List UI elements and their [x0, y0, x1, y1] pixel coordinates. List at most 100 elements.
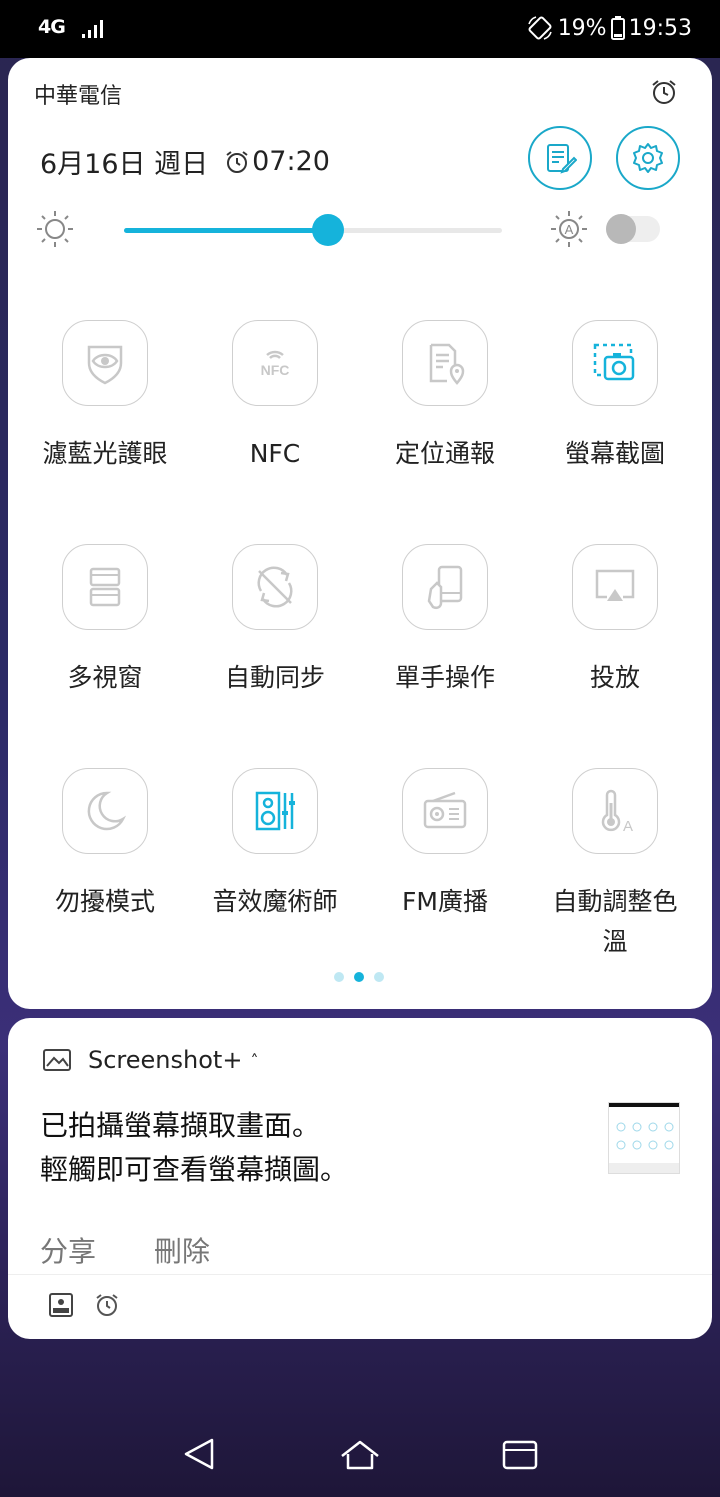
- notification-app-name: Screenshot+: [88, 1046, 243, 1074]
- tile-audio-wizard[interactable]: 音效魔術師: [190, 768, 360, 922]
- thermometer-icon: A: [601, 789, 633, 835]
- back-icon[interactable]: [180, 1434, 220, 1474]
- tile-icon-button[interactable]: [402, 320, 488, 406]
- signal-icon: [82, 20, 103, 38]
- brightness-icon: [37, 211, 73, 247]
- tile-auto-color-temp[interactable]: A 自動調整色溫: [530, 768, 700, 962]
- brightness-row: A: [8, 198, 712, 258]
- page-dot: [334, 972, 344, 982]
- screen-record-icon[interactable]: [48, 1292, 74, 1318]
- notification-header[interactable]: Screenshot+ ˄: [42, 1046, 258, 1074]
- navigation-bar: [0, 1410, 720, 1497]
- tile-icon-button[interactable]: [402, 544, 488, 630]
- tile-label: 勿擾模式: [54, 887, 155, 916]
- tile-nfc[interactable]: NFC NFC: [190, 320, 360, 474]
- notification-actions: 分享 刪除: [40, 1230, 210, 1270]
- delete-button[interactable]: 刪除: [154, 1230, 210, 1270]
- thumbnail-preview-icon: [609, 1103, 679, 1173]
- svg-text:A: A: [623, 818, 633, 835]
- nfc-icon: NFC: [261, 350, 290, 378]
- page-indicator: [334, 972, 384, 982]
- alarm-icon: [652, 80, 676, 104]
- brightness-slider[interactable]: [124, 214, 502, 246]
- tile-icon-button[interactable]: [62, 320, 148, 406]
- tile-fm-radio[interactable]: FM廣播: [360, 768, 530, 922]
- tile-auto-sync[interactable]: 自動同步: [190, 544, 360, 698]
- location-report-icon: [429, 343, 465, 385]
- quick-settings-panel: 中華電信 6月16日 週日 07:20 A 濾藍光護眼 NFC NFC 定位通報…: [8, 58, 712, 1009]
- tile-screenshot[interactable]: 螢幕截圖: [530, 320, 700, 474]
- carrier-name: 中華電信: [34, 84, 123, 109]
- tile-location-report[interactable]: 定位通報: [360, 320, 530, 474]
- screenshot-thumbnail[interactable]: [608, 1102, 680, 1174]
- home-icon[interactable]: [340, 1434, 380, 1474]
- auto-brightness-toggle[interactable]: [606, 214, 660, 244]
- svg-text:NFC: NFC: [261, 362, 290, 378]
- tile-do-not-disturb[interactable]: 勿擾模式: [20, 768, 190, 922]
- date-time-row[interactable]: 6月16日 週日 07:20: [40, 142, 330, 181]
- notification-body: 已拍攝螢幕擷取畫面。 輕觸即可查看螢幕擷圖。: [40, 1104, 348, 1192]
- tile-label: 自動調整色溫: [552, 887, 678, 956]
- notification-line-2: 輕觸即可查看螢幕擷圖。: [40, 1153, 349, 1186]
- brightness-slider-fill: [124, 228, 328, 233]
- recent-apps-icon[interactable]: [500, 1434, 540, 1474]
- settings-button[interactable]: [616, 126, 680, 190]
- tile-label: 投放: [589, 663, 640, 692]
- tile-blue-light-filter[interactable]: 濾藍光護眼: [20, 320, 190, 474]
- tile-label: 自動同步: [224, 663, 325, 692]
- battery-icon: [610, 16, 625, 40]
- toggle-knob: [606, 214, 636, 244]
- tile-label: 單手操作: [394, 663, 495, 692]
- divider: [8, 1274, 712, 1275]
- edit-list-icon: [547, 144, 577, 174]
- network-type: 4G: [38, 16, 66, 38]
- sync-icon: [257, 566, 293, 608]
- auto-rotate-icon: [527, 16, 552, 40]
- tile-label: NFC: [249, 439, 301, 468]
- date-label: 6月16日 週日: [40, 149, 209, 180]
- tile-label: 螢幕截圖: [564, 439, 665, 468]
- tile-icon-button[interactable]: [572, 544, 658, 630]
- tile-icon-button[interactable]: A: [572, 768, 658, 854]
- screenshot-notification[interactable]: Screenshot+ ˄ 已拍攝螢幕擷取畫面。 輕觸即可查看螢幕擷圖。 分享 …: [8, 1018, 712, 1339]
- alarm-clock-icon: [226, 150, 248, 173]
- tile-icon-button[interactable]: [572, 320, 658, 406]
- radio-icon: [423, 791, 467, 829]
- tile-multi-window[interactable]: 多視窗: [20, 544, 190, 698]
- alarm-time: 07:20: [252, 146, 330, 177]
- tile-icon-button[interactable]: [62, 544, 148, 630]
- gear-icon: [633, 143, 663, 173]
- chevron-up-icon[interactable]: ˄: [250, 1051, 258, 1070]
- notification-line-1: 已拍攝螢幕擷取畫面。: [40, 1109, 321, 1142]
- tile-icon-button[interactable]: [232, 768, 318, 854]
- notification-footer-icons: [48, 1292, 120, 1318]
- tile-one-hand[interactable]: 單手操作: [360, 544, 530, 698]
- eye-shield-icon: [87, 345, 123, 385]
- svg-text:A: A: [565, 222, 574, 237]
- tile-icon-button[interactable]: [232, 544, 318, 630]
- battery-percent: 19%: [557, 15, 607, 41]
- tile-label: 多視窗: [67, 663, 143, 692]
- speaker-eq-icon: [255, 791, 295, 831]
- page-dot-active: [354, 972, 364, 982]
- status-bar: 4G 19% 19:53: [0, 0, 720, 58]
- image-icon: [43, 1049, 71, 1071]
- tile-label: FM廣播: [402, 887, 488, 916]
- cast-icon: [595, 569, 635, 601]
- share-button[interactable]: 分享: [40, 1230, 96, 1270]
- clock: 19:53: [628, 15, 692, 41]
- alarm-icon[interactable]: [94, 1292, 120, 1318]
- screenshot-icon: [593, 343, 635, 381]
- page-dot: [374, 972, 384, 982]
- tile-label: 濾藍光護眼: [42, 439, 168, 468]
- tile-label: 音效魔術師: [212, 887, 338, 916]
- auto-brightness-icon: A: [551, 211, 587, 247]
- tile-icon-button[interactable]: NFC: [232, 320, 318, 406]
- tile-icon-button[interactable]: [62, 768, 148, 854]
- tile-label: 定位通報: [394, 439, 495, 468]
- edit-tiles-button[interactable]: [528, 126, 592, 190]
- tile-icon-button[interactable]: [402, 768, 488, 854]
- brightness-slider-thumb[interactable]: [312, 214, 344, 246]
- tile-cast[interactable]: 投放: [530, 544, 700, 698]
- multi-window-icon: [89, 567, 121, 607]
